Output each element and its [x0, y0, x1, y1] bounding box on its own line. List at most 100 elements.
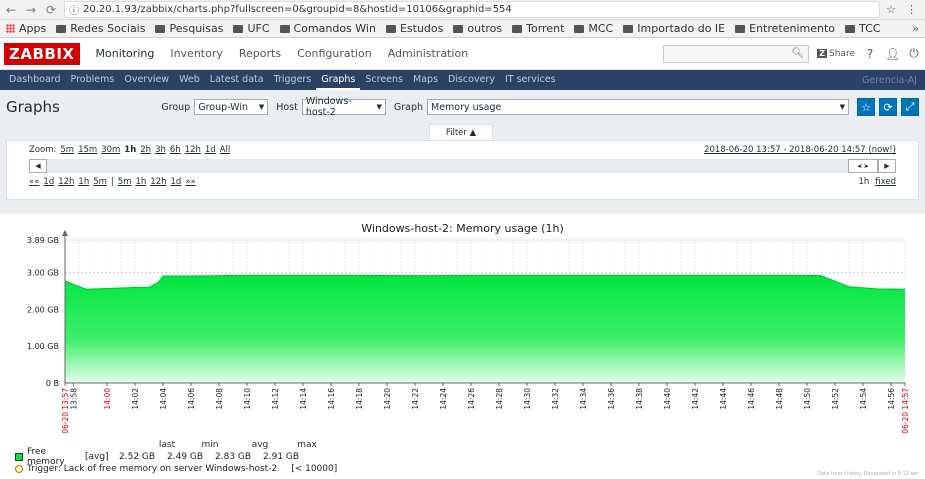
nav-fwd-all[interactable]: »»: [185, 177, 195, 187]
nav-back-all[interactable]: ««: [29, 177, 39, 187]
free-memory-area: [65, 275, 905, 383]
bookmark-folder[interactable]: Redes Sociais: [56, 22, 145, 35]
refresh-button[interactable]: ⟳: [879, 98, 897, 116]
bookmark-folder[interactable]: Estudos: [385, 22, 443, 35]
zoom-1d[interactable]: 1d: [205, 145, 216, 155]
user-icon[interactable]: 👤︎: [885, 47, 900, 61]
folder-icon: [155, 24, 166, 33]
star-bookmark-icon[interactable]: ☆: [886, 3, 896, 16]
x-tick-label: 14:52: [831, 388, 840, 410]
menu-administration[interactable]: Administration: [380, 38, 477, 70]
search-input[interactable]: 🔍︎: [663, 44, 810, 63]
nav-fwd-1d[interactable]: 1d: [171, 177, 182, 187]
subnav-discovery[interactable]: Discovery: [443, 70, 500, 90]
x-tick-label: 14:48: [775, 388, 784, 410]
page-title: Graphs: [6, 98, 60, 116]
filter-toggle-tab[interactable]: Filter ▲: [429, 124, 493, 140]
zoom-6h[interactable]: 6h: [170, 145, 181, 155]
bookmark-folder[interactable]: MCC: [574, 22, 613, 35]
bookmark-folder[interactable]: Importado do IE: [623, 22, 725, 35]
subnav-web[interactable]: Web: [174, 70, 205, 90]
memory-usage-chart[interactable]: 0 B1.00 GB2.00 GB3.00 GB3.89 GB06-20 13:…: [0, 214, 925, 434]
zoom-3h[interactable]: 3h: [155, 145, 166, 155]
x-tick-label: 14:16: [327, 388, 336, 410]
chevron-more-icon[interactable]: »: [912, 22, 919, 35]
zabbix-logo[interactable]: ZABBIX: [4, 42, 80, 65]
chart-legend: Free memory [avg] 2.52 GB 2.49 GB 2.83 G…: [15, 441, 337, 475]
subnav-screens[interactable]: Screens: [360, 70, 408, 90]
x-tick-label: 14:32: [551, 388, 560, 410]
legend-avg: 2.83 GB: [215, 452, 252, 462]
back-icon[interactable]: ←: [4, 3, 18, 17]
menu-monitoring[interactable]: Monitoring: [88, 38, 163, 70]
subnav-it-services[interactable]: IT services: [500, 70, 561, 90]
x-tick-label: 14:30: [523, 388, 532, 410]
y-tick-label: 0 B: [46, 379, 59, 388]
zoom-5m[interactable]: 5m: [60, 145, 74, 155]
zoom-all[interactable]: All: [220, 145, 231, 155]
folder-icon: [574, 24, 585, 33]
bookmark-folder[interactable]: Torrent: [512, 22, 564, 35]
menu-icon[interactable]: ⋮: [906, 3, 917, 16]
folder-icon: [453, 24, 464, 33]
reload-icon[interactable]: ⟳: [44, 3, 58, 17]
zoom-15m[interactable]: 15m: [78, 145, 97, 155]
nav-fwd-5m[interactable]: 5m: [118, 177, 132, 187]
x-tick-label: 14:46: [747, 388, 756, 410]
nav-back-12h[interactable]: 12h: [58, 177, 74, 187]
page-header: Graphs Group Group-Win ▼ Host Windows-hos…: [0, 90, 925, 124]
fixed-toggle[interactable]: fixed: [875, 177, 896, 187]
bookmark-folder[interactable]: UFC: [233, 22, 270, 35]
power-icon[interactable]: ⏻: [907, 46, 921, 61]
subnav-maps[interactable]: Maps: [408, 70, 443, 90]
zoom-12h[interactable]: 12h: [185, 145, 201, 155]
add-to-favourites-button[interactable]: ☆: [857, 98, 875, 116]
bookmark-folder[interactable]: Comandos Win: [279, 22, 376, 35]
subnav-overview[interactable]: Overview: [119, 70, 174, 90]
bookmark-folder[interactable]: Entretenimento: [735, 22, 835, 35]
scroll-left-button[interactable]: ◀: [29, 159, 47, 173]
x-tick-label: 06-20 14:57: [901, 388, 910, 434]
menu-inventory[interactable]: Inventory: [162, 38, 231, 70]
address-field[interactable]: ⓘ 20.20.1.93/zabbix/charts.php?fullscree…: [64, 1, 881, 18]
nav-fwd-1h[interactable]: 1h: [136, 177, 147, 187]
subnav-graphs[interactable]: Graphs: [316, 70, 361, 90]
legend-last: 2.52 GB: [119, 452, 156, 462]
bookmark-folder[interactable]: TCC: [845, 22, 880, 35]
dropdown-arrow-icon: ▼: [839, 103, 845, 111]
menu-reports[interactable]: Reports: [231, 38, 289, 70]
x-tick-label: 13:58: [69, 388, 78, 410]
dropdown-arrow-icon: ▼: [258, 103, 265, 111]
bookmark-folder[interactable]: outros: [453, 22, 502, 35]
y-axis-arrow: [62, 230, 68, 236]
fullscreen-button[interactable]: ⤢: [901, 98, 919, 116]
date-range[interactable]: 2018-06-20 13:57 - 2018-06-20 14:57 (now…: [704, 145, 896, 155]
x-tick-label: 14:34: [579, 388, 588, 410]
bookmark-folder[interactable]: Pesquisas: [155, 22, 223, 35]
nav-back-1d[interactable]: 1d: [43, 177, 54, 187]
zoom-2h[interactable]: 2h: [140, 145, 151, 155]
subnav-dashboard[interactable]: Dashboard: [4, 70, 66, 90]
timeline-scroll-thumb[interactable]: ◂∷▸: [848, 159, 878, 173]
help-icon[interactable]: ?: [863, 47, 877, 61]
subnav-latest-data[interactable]: Latest data: [205, 70, 269, 90]
nav-back-5m[interactable]: 5m: [93, 177, 107, 187]
nav-fwd-12h[interactable]: 12h: [150, 177, 166, 187]
share-button[interactable]: Z Share: [817, 49, 855, 59]
group-select[interactable]: Group-Win ▼: [194, 99, 269, 115]
scroll-right-button[interactable]: ▶: [878, 159, 896, 173]
subnav-triggers[interactable]: Triggers: [269, 70, 317, 90]
host-select[interactable]: Windows-host-2 ▼: [301, 96, 386, 118]
nav-back-1h[interactable]: 1h: [78, 177, 89, 187]
subnav-problems[interactable]: Problems: [66, 70, 120, 90]
graph-select[interactable]: Memory usage ▼: [427, 99, 849, 115]
y-tick-label: 1.00 GB: [27, 342, 59, 351]
x-tick-label: 14:04: [159, 388, 168, 410]
zoom-1h[interactable]: 1h: [124, 145, 136, 155]
bookmark-apps[interactable]: Apps: [6, 22, 46, 35]
forward-icon[interactable]: →: [24, 3, 38, 17]
zoom-30m[interactable]: 30m: [101, 145, 120, 155]
x-tick-label: 14:14: [299, 388, 308, 410]
timeline-scrollbar[interactable]: ◂∷▸: [47, 159, 878, 173]
menu-configuration[interactable]: Configuration: [289, 38, 380, 70]
